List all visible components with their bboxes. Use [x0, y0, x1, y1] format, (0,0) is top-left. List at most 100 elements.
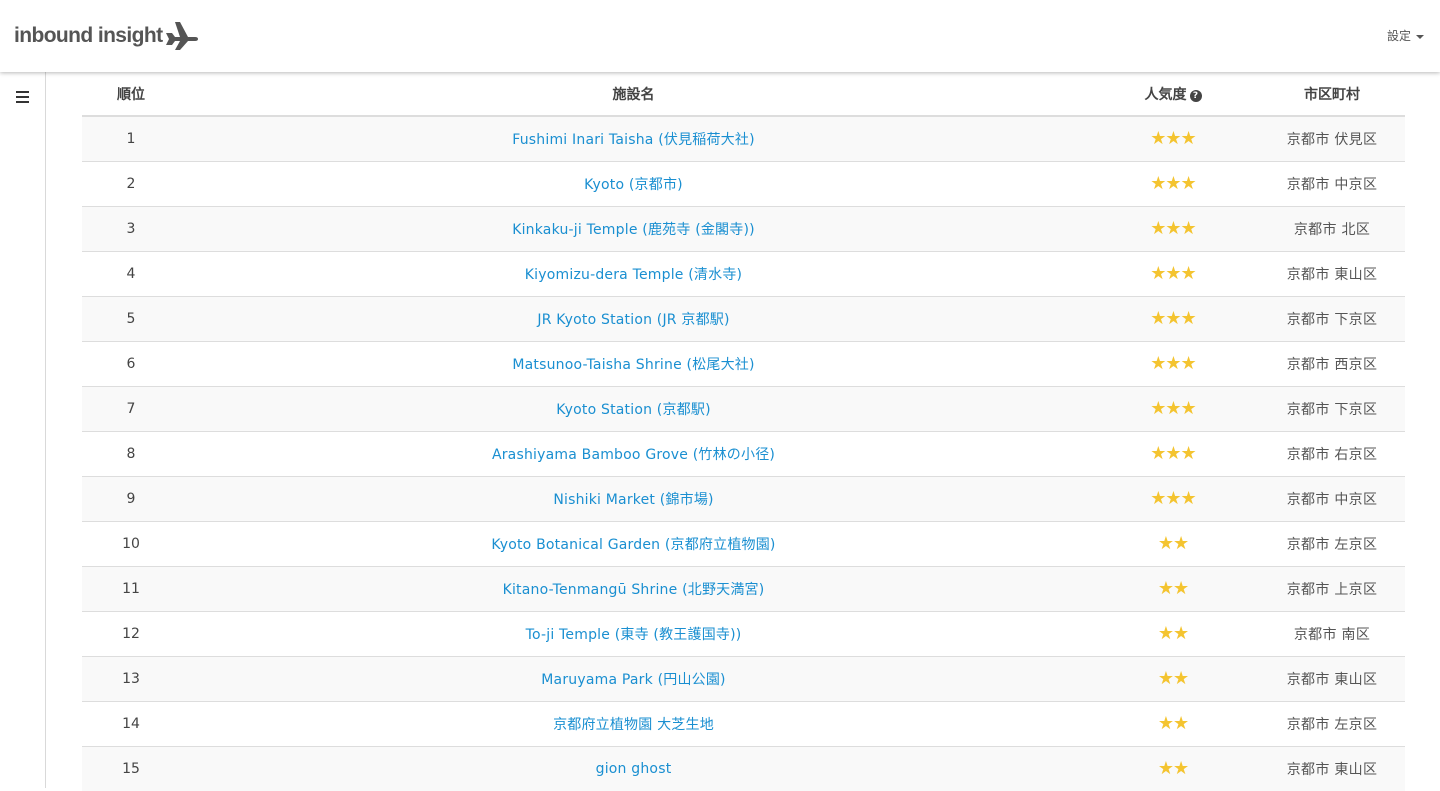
top-navbar: inbound insight 設定	[0, 0, 1440, 72]
table-row: 5 JR Kyoto Station (JR 京都駅) ★★★ 京都市 下京区	[82, 295, 1405, 341]
facility-link[interactable]: Nishiki Market (錦市場)	[553, 492, 713, 508]
table-row: 10 Kyoto Botanical Garden (京都府立植物園) ★★ 京都市 …	[82, 520, 1405, 566]
table-row: 13 Maruyama Park (円山公園) ★★ 京都市 東山区	[82, 655, 1405, 701]
facility-name-cell: 京都府立植物園 大芝生地	[180, 700, 1087, 746]
settings-dropdown[interactable]: 設定	[1387, 27, 1424, 44]
city-cell: 京都市 左京区	[1259, 700, 1405, 746]
facility-name-cell: Matsunoo-Taisha Shrine (松尾大社)	[180, 340, 1087, 386]
star-rating-icon: ★★	[1157, 532, 1189, 554]
table-row: 1 Fushimi Inari Taisha (伏見稲荷大社) ★★★ 京都市 伏見区	[82, 116, 1405, 161]
column-header-rank: 順位	[82, 72, 180, 117]
popularity-cell: ★★★	[1087, 430, 1259, 476]
facility-name-cell: Kinkaku-ji Temple (鹿苑寺 (金閣寺))	[180, 205, 1087, 251]
city-cell: 京都市 南区	[1259, 610, 1405, 656]
facility-link[interactable]: JR Kyoto Station (JR 京都駅)	[537, 312, 729, 328]
popularity-cell: ★★	[1087, 745, 1259, 791]
city-cell: 京都市 東山区	[1259, 745, 1405, 791]
question-circle-icon[interactable]: ?	[1189, 89, 1202, 102]
city-cell: 京都市 右京区	[1259, 430, 1405, 476]
column-header-city: 市区町村	[1259, 72, 1405, 117]
table-header: 順位 施設名 人気度? 市区町村	[82, 72, 1405, 117]
popularity-cell: ★★	[1087, 565, 1259, 611]
table-row: 14 京都府立植物園 大芝生地 ★★ 京都市 左京区	[82, 700, 1405, 746]
ranking-table: 順位 施設名 人気度? 市区町村 1 Fushimi Inari Taisha (…	[82, 72, 1405, 791]
facility-name-cell: Kyoto Station (京都駅)	[180, 385, 1087, 431]
city-cell: 京都市 東山区	[1259, 655, 1405, 701]
facility-link[interactable]: To-ji Temple (東寺 (教王護国寺))	[526, 627, 742, 643]
facility-name-cell: Kitano-Tenmangū Shrine (北野天満宮)	[180, 565, 1087, 611]
star-rating-icon: ★★★	[1150, 487, 1196, 509]
rank-cell: 5	[82, 295, 180, 341]
caret-down-icon	[1416, 34, 1424, 39]
star-rating-icon: ★★	[1157, 577, 1189, 599]
table-row: 11 Kitano-Tenmangū Shrine (北野天満宮) ★★ 京都市 上京…	[82, 565, 1405, 611]
brand-name: inbound insight	[14, 24, 163, 47]
table-row: 9 Nishiki Market (錦市場) ★★★ 京都市 中京区	[82, 475, 1405, 521]
facility-link[interactable]: Kyoto Botanical Garden (京都府立植物園)	[491, 537, 775, 553]
facility-link[interactable]: Matsunoo-Taisha Shrine (松尾大社)	[512, 357, 754, 373]
facility-link[interactable]: 京都府立植物園 大芝生地	[553, 717, 714, 733]
facility-link[interactable]: Kitano-Tenmangū Shrine (北野天満宮)	[503, 582, 765, 598]
table-row: 4 Kiyomizu-dera Temple (清水寺) ★★★ 京都市 東山区	[82, 250, 1405, 296]
popularity-cell: ★★★	[1087, 295, 1259, 341]
popularity-label: 人気度	[1144, 86, 1187, 103]
city-cell: 京都市 東山区	[1259, 250, 1405, 296]
facility-name-cell: Nishiki Market (錦市場)	[180, 475, 1087, 521]
rank-cell: 13	[82, 655, 180, 701]
popularity-cell: ★★★	[1087, 475, 1259, 521]
facility-link[interactable]: Maruyama Park (円山公園)	[541, 672, 725, 688]
facility-link[interactable]: Kiyomizu-dera Temple (清水寺)	[525, 267, 742, 283]
rank-cell: 7	[82, 385, 180, 431]
city-cell: 京都市 西京区	[1259, 340, 1405, 386]
city-cell: 京都市 左京区	[1259, 520, 1405, 566]
popularity-cell: ★★★	[1087, 160, 1259, 206]
city-cell: 京都市 北区	[1259, 205, 1405, 251]
facility-name-cell: Maruyama Park (円山公園)	[180, 655, 1087, 701]
star-rating-icon: ★★	[1157, 667, 1189, 689]
facility-link[interactable]: Kinkaku-ji Temple (鹿苑寺 (金閣寺))	[512, 222, 755, 238]
table-row: 12 To-ji Temple (東寺 (教王護国寺)) ★★ 京都市 南区	[82, 610, 1405, 656]
facility-link[interactable]: Kyoto Station (京都駅)	[556, 402, 710, 418]
facility-link[interactable]: Kyoto (京都市)	[584, 177, 683, 193]
star-rating-icon: ★★★	[1150, 127, 1196, 149]
brand-logo[interactable]: inbound insight	[14, 18, 199, 54]
rank-cell: 10	[82, 520, 180, 566]
table-row: 15 gion ghost ★★ 京都市 東山区	[82, 745, 1405, 791]
city-cell: 京都市 中京区	[1259, 160, 1405, 206]
facility-name-cell: Kyoto Botanical Garden (京都府立植物園)	[180, 520, 1087, 566]
facility-name-cell: Arashiyama Bamboo Grove (竹林の小径)	[180, 430, 1087, 476]
facility-name-cell: Fushimi Inari Taisha (伏見稲荷大社)	[180, 116, 1087, 161]
table-row: 8 Arashiyama Bamboo Grove (竹林の小径) ★★★ 京都市 右…	[82, 430, 1405, 476]
city-cell: 京都市 下京区	[1259, 295, 1405, 341]
hamburger-menu-icon[interactable]	[16, 91, 29, 104]
facility-name-cell: To-ji Temple (東寺 (教王護国寺))	[180, 610, 1087, 656]
star-rating-icon: ★★	[1157, 757, 1189, 779]
rank-cell: 1	[82, 116, 180, 161]
city-cell: 京都市 下京区	[1259, 385, 1405, 431]
popularity-cell: ★★★	[1087, 116, 1259, 161]
city-cell: 京都市 伏見区	[1259, 116, 1405, 161]
rank-cell: 15	[82, 745, 180, 791]
rank-cell: 9	[82, 475, 180, 521]
popularity-cell: ★★	[1087, 610, 1259, 656]
rank-cell: 2	[82, 160, 180, 206]
rank-cell: 4	[82, 250, 180, 296]
rank-cell: 6	[82, 340, 180, 386]
table-body: 1 Fushimi Inari Taisha (伏見稲荷大社) ★★★ 京都市 伏見区…	[82, 116, 1405, 791]
star-rating-icon: ★★★	[1150, 217, 1196, 239]
star-rating-icon: ★★	[1157, 622, 1189, 644]
facility-link[interactable]: gion ghost	[596, 761, 672, 777]
main-content: 順位 施設名 人気度? 市区町村 1 Fushimi Inari Taisha (…	[82, 72, 1405, 791]
city-cell: 京都市 上京区	[1259, 565, 1405, 611]
popularity-cell: ★★★	[1087, 385, 1259, 431]
facility-link[interactable]: Fushimi Inari Taisha (伏見稲荷大社)	[512, 132, 755, 148]
star-rating-icon: ★★★	[1150, 397, 1196, 419]
facility-name-cell: gion ghost	[180, 745, 1087, 791]
facility-link[interactable]: Arashiyama Bamboo Grove (竹林の小径)	[492, 447, 775, 463]
table-row: 6 Matsunoo-Taisha Shrine (松尾大社) ★★★ 京都市 西京区	[82, 340, 1405, 386]
rank-cell: 14	[82, 700, 180, 746]
table-row: 7 Kyoto Station (京都駅) ★★★ 京都市 下京区	[82, 385, 1405, 431]
city-cell: 京都市 中京区	[1259, 475, 1405, 521]
airplane-icon	[166, 22, 199, 50]
rank-cell: 8	[82, 430, 180, 476]
